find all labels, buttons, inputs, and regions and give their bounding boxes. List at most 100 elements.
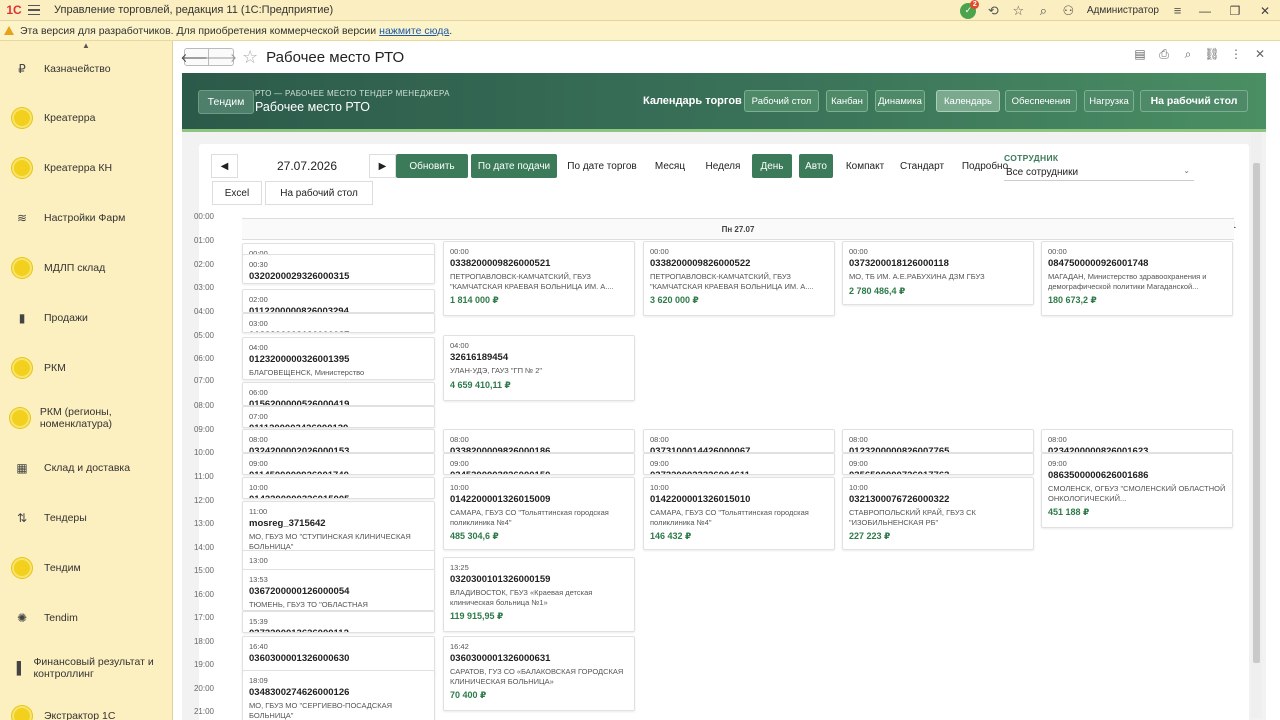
sidebar-item[interactable]: МДЛП склад bbox=[0, 256, 172, 280]
tender-card[interactable]: 00:00 0373200018126000118 МО, ТБ ИМ. А.Е.Р… bbox=[842, 241, 1034, 305]
tender-card[interactable]: 13:53 0367200000126000054 ТЮМЕНЬ, ГБУЗ ТО … bbox=[242, 569, 435, 611]
tab-kanban[interactable]: Канбан bbox=[826, 90, 868, 112]
tender-card[interactable]: 16:42 0360300001326000631 САРАТОВ, ГУЗ СО … bbox=[443, 636, 635, 711]
tab-desktop[interactable]: Рабочий стол bbox=[744, 90, 819, 112]
tender-number: 0123200000826007765 bbox=[849, 446, 950, 453]
vertical-scrollbar[interactable] bbox=[1251, 133, 1262, 718]
tender-card[interactable]: 08:00 0234200000826001623 bbox=[1041, 429, 1233, 453]
sidebar-item[interactable]: РКМ bbox=[0, 356, 172, 380]
tender-card[interactable]: 02:00 0112200000826003294 bbox=[242, 289, 435, 313]
compact-mode-button[interactable]: Компакт bbox=[841, 154, 889, 178]
by-trade-date-button[interactable]: По дате торгов bbox=[564, 154, 640, 178]
rto-header: Тендим РТО — РАБОЧЕЕ МЕСТО ТЕНДЕР МЕНЕДЖ… bbox=[182, 73, 1266, 129]
tender-card[interactable]: 10:00 0142200001326015009 САМАРА, ГБУЗ СО … bbox=[443, 477, 635, 550]
view-week-button[interactable]: Неделя bbox=[698, 154, 748, 178]
tender-card[interactable]: 08:00 0373100014426000067 bbox=[643, 429, 835, 453]
forward-button[interactable]: 🡒 bbox=[205, 48, 237, 66]
next-day-button[interactable]: ▶ bbox=[369, 154, 396, 178]
tender-card[interactable]: 08:00 0338200009826000186 bbox=[443, 429, 635, 453]
view-day-button[interactable]: День bbox=[752, 154, 792, 178]
print-icon[interactable]: ⎙ bbox=[1154, 47, 1174, 62]
search-icon[interactable]: ⌕ bbox=[1031, 0, 1056, 21]
minimize-button[interactable]: — bbox=[1190, 0, 1220, 21]
history-icon[interactable]: ⟲ bbox=[981, 0, 1006, 21]
to-desktop-button[interactable]: На рабочий стол bbox=[265, 181, 373, 205]
sidebar-item[interactable]: РКМ (регионы, номенклатура) bbox=[0, 406, 172, 430]
sidebar-item[interactable]: Креатерра КН bbox=[0, 156, 172, 180]
tender-card[interactable]: 04:00 32616189454 УЛАН-УДЭ, ГАУЗ "ГП № 2" 4… bbox=[443, 335, 635, 401]
tender-card[interactable]: 09:00 0373200023326004611 bbox=[643, 453, 835, 475]
standard-mode-button[interactable]: Стандарт bbox=[895, 154, 949, 178]
tender-card[interactable]: 09:00 0114500000926001740 bbox=[242, 453, 435, 475]
tab-dynamics[interactable]: Динамика bbox=[875, 90, 925, 112]
purchase-link[interactable]: нажмите сюда bbox=[379, 25, 449, 37]
tender-number: 0367200000126000054 bbox=[249, 586, 350, 597]
hour-label: 19:00 bbox=[193, 660, 215, 669]
tender-card[interactable]: 11:00 mosreg_3715642 МО, ГБУЗ МО "СТУПИНСК… bbox=[242, 501, 435, 551]
favorite-star-icon[interactable]: ☆ bbox=[242, 47, 258, 68]
tender-card[interactable]: 18:09 0348300274626000126 МО, ГБУЗ МО "СЕР… bbox=[242, 670, 435, 720]
tab-guarantees[interactable]: Обеспечения bbox=[1005, 90, 1077, 112]
tender-card[interactable]: 09:00 0345300003826000150 bbox=[443, 453, 635, 475]
employee-select[interactable]: Все сотрудники ⌄ bbox=[1004, 164, 1194, 181]
prev-day-button[interactable]: ◀ bbox=[211, 154, 238, 178]
tender-card[interactable]: 00:00 0338200009826000522 ПЕТРОПАВЛОВСК-КА… bbox=[643, 241, 835, 316]
close-window-button[interactable]: ✕ bbox=[1250, 0, 1280, 21]
tender-card[interactable]: 08:00 0123200000826007765 bbox=[842, 429, 1034, 453]
tender-card[interactable]: 13:25 0320300101326000159 ВЛАДИВОСТОК, ГБУ… bbox=[443, 557, 635, 632]
sidebar-item[interactable]: ▦ Склад и доставка bbox=[0, 456, 172, 480]
save-icon[interactable]: ▤ bbox=[1130, 47, 1150, 62]
settings-icon[interactable]: ≡ bbox=[1165, 0, 1190, 21]
tender-card[interactable]: 10:00 0321300076726000322 СТАВРОПОЛЬСКИЙ К… bbox=[842, 477, 1034, 550]
hour-label: 01:00 bbox=[193, 236, 215, 245]
refresh-button[interactable]: Обновить bbox=[396, 154, 468, 178]
tender-card[interactable]: 00:00 0847500000926001748 МАГАДАН, Министе… bbox=[1041, 241, 1233, 316]
tendim-button[interactable]: Тендим bbox=[198, 90, 254, 114]
sidebar-item[interactable]: ▐ Финансовый результат и контроллинг bbox=[0, 656, 172, 680]
tender-card[interactable]: 09:00 0356500000726017763 bbox=[842, 453, 1034, 475]
sidebar-item[interactable]: ₽ Казначейство bbox=[0, 57, 172, 81]
auto-mode-button[interactable]: Авто bbox=[799, 154, 833, 178]
current-date[interactable]: 27.07.2026 bbox=[242, 154, 372, 178]
sidebar-item[interactable]: ▮ Продажи bbox=[0, 306, 172, 330]
tender-card[interactable]: 00:00 0338200009826000521 ПЕТРОПАВЛОВСК-КА… bbox=[443, 241, 635, 316]
restore-button[interactable]: ❐ bbox=[1220, 0, 1250, 21]
more-icon[interactable]: ⋮ bbox=[1226, 47, 1246, 62]
tender-card[interactable]: 00:30 0320200029326000315 bbox=[242, 254, 435, 284]
favorites-icon[interactable]: ☆ bbox=[1006, 0, 1031, 21]
scrollbar-thumb[interactable] bbox=[1253, 163, 1260, 663]
preview-icon[interactable]: ⌕ bbox=[1178, 47, 1198, 62]
close-page-icon[interactable]: ✕ bbox=[1250, 47, 1270, 62]
menu-icon[interactable] bbox=[28, 0, 46, 21]
tender-card[interactable]: 07:00 0111200003426000130 bbox=[242, 406, 435, 428]
to-desktop-header-button[interactable]: На рабочий стол bbox=[1140, 90, 1248, 112]
tender-card[interactable]: 10:00 0142200000326015005 bbox=[242, 477, 435, 499]
tender-card[interactable]: 08:00 0324200002026000153 bbox=[242, 429, 435, 453]
view-month-button[interactable]: Месяц bbox=[650, 154, 690, 178]
excel-button[interactable]: Excel bbox=[212, 181, 262, 205]
tab-load[interactable]: Нагрузка bbox=[1084, 90, 1134, 112]
user-name[interactable]: Администратор bbox=[1081, 5, 1165, 16]
notifications-icon[interactable]: ✓ 2 bbox=[956, 0, 981, 21]
tender-card[interactable]: 03:00 0182200003126000087 bbox=[242, 313, 435, 333]
sidebar-item[interactable]: Тендим bbox=[0, 556, 172, 580]
tender-card[interactable]: 15:39 0373200013626000112 bbox=[242, 611, 435, 633]
tender-card[interactable]: 04:00 0123200000326001395 БЛАГОВЕЩЕНСК, Ми… bbox=[242, 337, 435, 380]
tender-card[interactable]: 09:00 0863500000626001686 СМОЛЕНСК, ОГБУЗ … bbox=[1041, 453, 1233, 528]
tender-card[interactable]: 10:00 0142200001326015010 САМАРА, ГБУЗ СО … bbox=[643, 477, 835, 550]
user-icon[interactable]: ⚇ bbox=[1056, 0, 1081, 21]
tab-calendar[interactable]: Календарь bbox=[936, 90, 1000, 112]
sidebar-item[interactable]: Креатерра bbox=[0, 106, 172, 130]
tender-card[interactable]: 16:40 0360300001326000630 bbox=[242, 636, 435, 674]
tender-customer: САМАРА, ГБУЗ СО "Тольяттинская городская… bbox=[450, 508, 609, 527]
scroll-up-icon[interactable]: ▲ bbox=[0, 41, 172, 55]
sidebar-item[interactable]: ✺ Tendim bbox=[0, 606, 172, 630]
by-submit-date-button[interactable]: По дате подачи bbox=[471, 154, 557, 178]
sidebar-item[interactable]: ≋ Настройки Фарм bbox=[0, 206, 172, 230]
sidebar-item[interactable]: ⇅ Тендеры bbox=[0, 506, 172, 530]
tender-card[interactable]: 13:00 bbox=[242, 550, 435, 570]
link-icon[interactable]: ⛓ bbox=[1202, 47, 1222, 62]
sidebar-item[interactable]: Экстрактор 1С bbox=[0, 704, 172, 720]
tender-card[interactable]: 06:00 0156200000526000419 bbox=[242, 382, 435, 406]
hour-label: 06:00 bbox=[193, 354, 215, 363]
